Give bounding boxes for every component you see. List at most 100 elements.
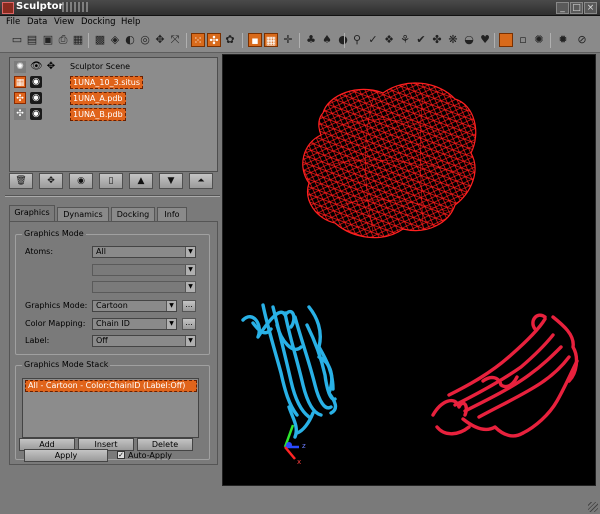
- node-icon[interactable]: ⚲: [350, 33, 364, 47]
- graphics-mode-options-button[interactable]: ...: [182, 300, 196, 312]
- scene-item-row[interactable]: ▦ ◉ 1UNA_10_3.situs: [12, 76, 217, 90]
- scene-canvas[interactable]: z x: [223, 55, 597, 487]
- save-icon[interactable]: ▣: [41, 33, 55, 47]
- scene-item-row[interactable]: ✣ ◉ 1UNA_B.pdb: [12, 108, 217, 122]
- eye-icon[interactable]: ◉: [30, 76, 42, 88]
- visible-icon[interactable]: 👁: [30, 61, 43, 73]
- move-button[interactable]: ✥: [39, 173, 63, 189]
- arrow-icon[interactable]: ✔: [414, 33, 428, 47]
- toolbar-separator: [242, 33, 243, 48]
- tab-graphics[interactable]: Graphics: [9, 205, 55, 221]
- open-icon[interactable]: ▤: [25, 33, 39, 47]
- menu-bar: File Data View Docking Help: [0, 16, 600, 29]
- panel-splitter[interactable]: [5, 195, 220, 197]
- print-icon[interactable]: ⎙: [56, 33, 70, 47]
- eye-icon[interactable]: ◉: [30, 108, 42, 120]
- atoms-select[interactable]: All ▼: [92, 246, 196, 258]
- label-select[interactable]: Off ▼: [92, 335, 196, 347]
- atoms-icon[interactable]: ⁙: [191, 33, 205, 47]
- toolbar-separator: [550, 33, 551, 48]
- menu-data[interactable]: Data: [27, 17, 47, 27]
- wind-icon[interactable]: ●: [336, 33, 350, 47]
- zoom-icon[interactable]: ◈: [108, 33, 122, 47]
- volume-icon: ▦: [14, 76, 26, 88]
- document-button[interactable]: ▯: [99, 173, 123, 189]
- move-up-button[interactable]: ▲: [129, 173, 153, 189]
- volume-icon[interactable]: ✿: [223, 33, 237, 47]
- toolbar-separator: [494, 33, 495, 48]
- menu-help[interactable]: Help: [121, 17, 140, 27]
- chevron-down-icon: ▼: [185, 247, 195, 257]
- list-item[interactable]: All - Cartoon - Color:ChainID (Label:Off…: [25, 380, 197, 392]
- screenshot-icon[interactable]: ▩: [93, 33, 107, 47]
- app-icon: [2, 2, 14, 14]
- cluster-icon[interactable]: ❖: [382, 33, 396, 47]
- people-icon[interactable]: ♣: [304, 33, 318, 47]
- move-down-button[interactable]: ▼: [159, 173, 183, 189]
- check-icon[interactable]: ✓: [366, 33, 380, 47]
- fruit-icon[interactable]: ♠: [320, 33, 334, 47]
- maximize-button[interactable]: □: [570, 2, 583, 14]
- molecule-icon[interactable]: ✣: [207, 33, 221, 47]
- export-icon[interactable]: ▦: [71, 33, 85, 47]
- delete-button[interactable]: Delete: [137, 438, 193, 451]
- tab-info[interactable]: Info: [157, 207, 187, 221]
- visible-button[interactable]: ◉: [69, 173, 93, 189]
- atoms-filter-select[interactable]: ▼: [92, 264, 196, 276]
- heart-icon[interactable]: ♥: [478, 33, 492, 47]
- scene-item-label[interactable]: 1UNA_A.pdb: [70, 92, 126, 105]
- hat-icon[interactable]: ◒: [462, 33, 476, 47]
- graphics-mode-select[interactable]: Cartoon ▼: [92, 300, 177, 312]
- sun-icon[interactable]: ✺: [532, 33, 546, 47]
- move-icon[interactable]: ✥: [45, 61, 57, 73]
- new-icon[interactable]: ▭: [10, 33, 24, 47]
- gray-square-icon[interactable]: ▫: [516, 33, 530, 47]
- rotate-icon[interactable]: ◎: [138, 33, 152, 47]
- tab-bar: Graphics Dynamics Docking Info: [9, 205, 218, 221]
- menu-docking[interactable]: Docking: [81, 17, 116, 27]
- scene-root-row[interactable]: ✺ 👁 ✥ Sculptor Scene: [12, 61, 217, 75]
- delete-button[interactable]: 🗑: [9, 173, 33, 189]
- fullscreen-icon[interactable]: ⤧: [168, 33, 182, 47]
- scene-item-label[interactable]: 1UNA_10_3.situs: [70, 76, 143, 89]
- graphics-mode-title: Graphics Mode: [22, 229, 86, 238]
- duck-icon[interactable]: ❋: [446, 33, 460, 47]
- tab-dynamics[interactable]: Dynamics: [57, 207, 109, 221]
- graphics-mode-stack-list[interactable]: All - Cartoon - Color:ChainID (Label:Off…: [22, 378, 199, 438]
- resize-grip-icon[interactable]: [588, 502, 598, 512]
- chevron-down-icon: ▼: [166, 319, 176, 329]
- scene-item-row[interactable]: ✣ ◉ 1UNA_A.pdb: [12, 92, 217, 106]
- link-icon[interactable]: ✤: [430, 33, 444, 47]
- auto-apply-checkbox[interactable]: ✓: [117, 451, 125, 459]
- molecule-icon: ✣: [14, 108, 26, 120]
- move-top-button[interactable]: ⏶: [189, 173, 213, 189]
- molecule-icon: ✣: [14, 92, 26, 104]
- stop-icon[interactable]: ⊘: [575, 33, 589, 47]
- menu-view[interactable]: View: [54, 17, 74, 27]
- chevron-down-icon: ▼: [185, 336, 195, 346]
- scene-tree: ✺ 👁 ✥ Sculptor Scene ▦ ◉ 1UNA_10_3.situs…: [9, 57, 218, 172]
- minimize-button[interactable]: _: [556, 2, 569, 14]
- contrast-icon[interactable]: ◐: [123, 33, 137, 47]
- window-title: Sculptor: [16, 1, 64, 12]
- atoms-filter-select-2[interactable]: ▼: [92, 281, 196, 293]
- color-mapping-select[interactable]: Chain ID ▼: [92, 318, 177, 330]
- mesh-icon[interactable]: ▦: [264, 33, 278, 47]
- orange-square-icon[interactable]: ▪: [248, 33, 262, 47]
- fit-icon[interactable]: ✥: [153, 33, 167, 47]
- settings-icon[interactable]: ✹: [556, 33, 570, 47]
- apply-button[interactable]: Apply: [24, 449, 108, 462]
- eye-icon[interactable]: ◉: [30, 92, 42, 104]
- menu-file[interactable]: File: [6, 17, 20, 27]
- tab-docking[interactable]: Docking: [111, 207, 155, 221]
- color-mapping-options-button[interactable]: ...: [182, 318, 196, 330]
- axis-x-label: x: [297, 458, 301, 466]
- orange-box-icon[interactable]: [499, 33, 513, 47]
- scene-item-label[interactable]: 1UNA_B.pdb: [70, 108, 126, 121]
- branch-icon[interactable]: ⚘: [398, 33, 412, 47]
- axis-icon[interactable]: ✛: [281, 33, 295, 47]
- 3d-viewport[interactable]: z x: [222, 54, 596, 486]
- close-button[interactable]: ×: [584, 2, 597, 14]
- graphics-mode-stack-group: Graphics Mode Stack All - Cartoon - Colo…: [15, 360, 210, 460]
- status-bar: [0, 487, 600, 514]
